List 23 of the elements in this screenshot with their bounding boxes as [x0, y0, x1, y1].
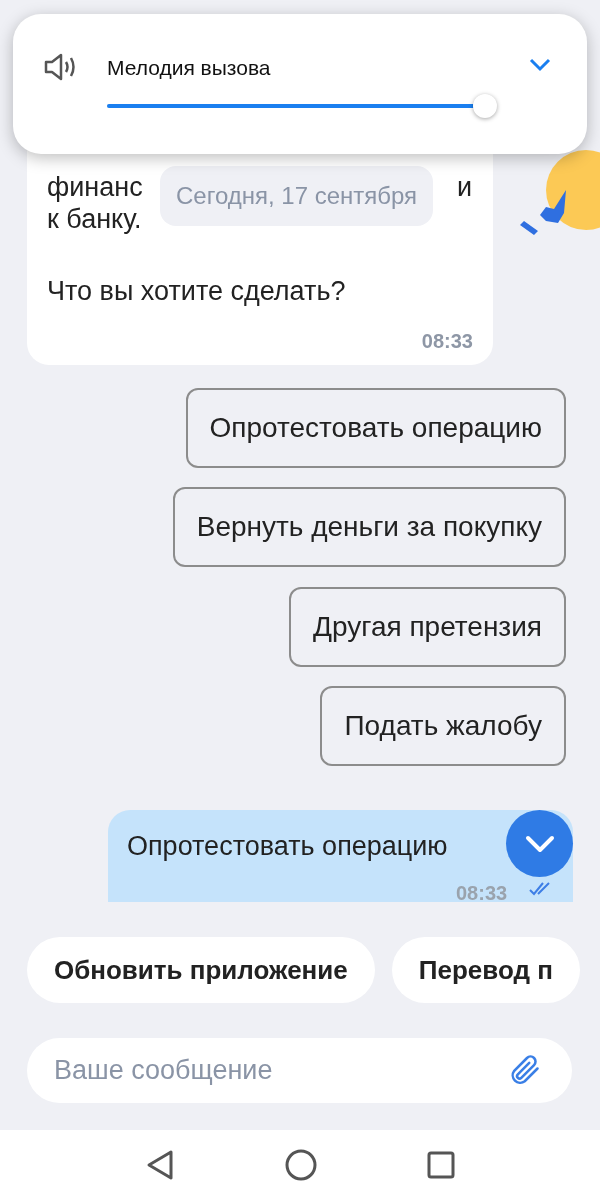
- message-text: к банку.: [47, 203, 142, 236]
- volume-label: Мелодия вызова: [107, 55, 271, 81]
- message-time: 08:33: [421, 329, 473, 354]
- slider-thumb[interactable]: [473, 94, 498, 118]
- option-button[interactable]: Подать жалобу: [320, 686, 566, 766]
- chevron-down-icon: [524, 834, 555, 853]
- message-text: Что вы хотите сделать?: [47, 275, 346, 308]
- home-icon[interactable]: [285, 1149, 317, 1181]
- quick-reply-chip[interactable]: Перевод п: [391, 937, 580, 1003]
- back-icon[interactable]: [145, 1149, 175, 1181]
- message-time: 08:33: [456, 881, 508, 906]
- volume-slider[interactable]: [107, 94, 497, 118]
- date-chip: Сегодня, 17 сентября: [160, 166, 434, 226]
- recents-icon[interactable]: [427, 1151, 455, 1179]
- option-button[interactable]: Вернуть деньги за покупку: [172, 487, 566, 567]
- message-text: и: [456, 171, 472, 204]
- option-button[interactable]: Опротестовать операцию: [185, 388, 566, 468]
- message-text: Опротестовать операцию: [127, 830, 448, 863]
- message-text: финанс: [47, 171, 143, 204]
- quick-reply-chip[interactable]: Обновить приложение: [27, 937, 375, 1003]
- message-input[interactable]: Ваше сообщение: [27, 1038, 572, 1103]
- chevron-down-icon[interactable]: [529, 58, 551, 72]
- option-button[interactable]: Другая претензия: [289, 587, 566, 667]
